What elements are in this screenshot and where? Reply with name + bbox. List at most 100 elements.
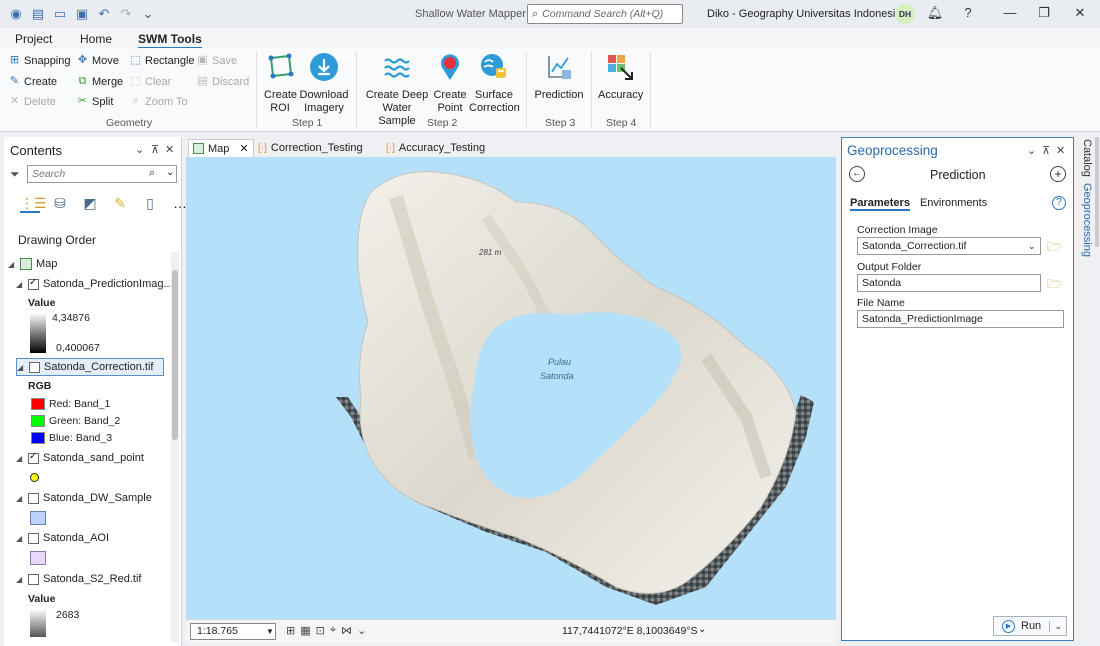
tab-project[interactable]: Project — [15, 32, 52, 46]
layer-visibility-checkbox[interactable] — [29, 361, 40, 373]
filter-icon[interactable]: ⏷ — [10, 167, 20, 182]
merge-button[interactable]: ⧉ Merge — [76, 75, 124, 88]
tab-environments[interactable]: Environments — [920, 197, 987, 211]
create-roi-button[interactable]: Create ROI — [262, 52, 298, 115]
folder-icon[interactable]: 🗁 — [1047, 238, 1062, 259]
add-icon[interactable]: + — [1050, 166, 1066, 182]
new-project-icon[interactable]: ▤ — [30, 6, 46, 22]
save-project-icon[interactable]: ▣ — [74, 6, 90, 22]
expand-icon[interactable]: ◢ — [16, 454, 24, 463]
editing-icon[interactable]: ✎ — [110, 193, 130, 213]
expand-icon[interactable]: ◢ — [16, 494, 24, 503]
create-point-button[interactable]: Create Point — [433, 52, 467, 115]
notification-bell-icon[interactable]: 🔔︎ — [925, 5, 945, 21]
tree-map-node[interactable]: ◢ Map — [8, 258, 57, 270]
layer-dw-sample[interactable]: ◢ Satonda_DW_Sample — [16, 492, 152, 504]
tab-parameters[interactable]: Parameters — [850, 197, 910, 211]
selection-icon[interactable]: ◩ — [80, 193, 100, 213]
drawing-order-icon[interactable]: ⋮☰ — [20, 193, 47, 213]
chevron-down-icon[interactable]: ⌄ — [698, 624, 706, 635]
chevron-down-icon[interactable]: ⌄ — [166, 167, 174, 178]
layer-sand-point[interactable]: ◢ Satonda_sand_point — [16, 451, 144, 465]
save-button[interactable]: ▣ Save — [196, 54, 237, 67]
pane-menu-icon[interactable]: ⌄ — [1027, 144, 1036, 157]
layer-visibility-checkbox[interactable] — [28, 492, 39, 504]
fixed-zoom-icon[interactable]: ⊞ — [286, 624, 295, 637]
create-deep-water-sample-button[interactable]: Create Deep Water Sample — [364, 52, 430, 128]
expand-icon[interactable]: ◢ — [16, 575, 24, 584]
grid-icon[interactable]: ▦ — [300, 624, 310, 637]
layer-visibility-checkbox[interactable] — [28, 573, 39, 585]
folder-icon[interactable]: 🗁 — [1047, 275, 1062, 296]
clear-button[interactable]: ⬚ Clear — [129, 75, 171, 88]
close-pane-icon[interactable]: ✕ — [165, 143, 174, 156]
chevron-down-icon[interactable]: ⌄ — [1049, 620, 1066, 632]
layer-prediction-image[interactable]: ◢ Satonda_PredictionImag... — [16, 277, 173, 291]
scrollbar[interactable] — [171, 252, 179, 642]
correction-image-select[interactable]: Satonda_Correction.tif ⌄ — [857, 237, 1041, 255]
close-icon[interactable]: ✕ — [1070, 5, 1090, 21]
scrollbar[interactable] — [1095, 137, 1099, 247]
tab-home[interactable]: Home — [80, 32, 112, 46]
expand-icon[interactable]: ◢ — [8, 260, 16, 269]
snapping-list-icon[interactable]: ▯ — [140, 193, 160, 213]
prediction-button[interactable]: Prediction — [533, 52, 585, 102]
layer-correction-tif[interactable]: ◢ Satonda_Correction.tif — [16, 358, 164, 376]
minimize-icon[interactable]: — — [1000, 5, 1020, 20]
tab-map[interactable]: Map ✕ — [188, 139, 254, 157]
contents-search-input[interactable]: Search ⌕ ⌄ — [27, 165, 177, 183]
close-pane-icon[interactable]: ✕ — [1056, 144, 1065, 157]
tab-accuracy-testing[interactable]: [·] Accuracy_Testing — [382, 139, 489, 157]
pin-icon[interactable]: ⊼ — [151, 143, 159, 156]
chevron-down-icon[interactable]: ⌄ — [357, 624, 366, 637]
snapping-button[interactable]: ⊞ Snapping — [8, 54, 71, 67]
map-view[interactable]: 281 m Pulau Satonda — [186, 157, 836, 619]
file-name-input[interactable]: Satonda_PredictionImage — [857, 310, 1064, 328]
help-icon[interactable]: ? — [1052, 196, 1066, 210]
redo-icon[interactable]: ↷ — [118, 6, 134, 22]
pan-icon[interactable]: ⊡ — [316, 624, 325, 637]
scale-selector[interactable]: 1:18.765 ▼ — [190, 623, 276, 640]
restore-icon[interactable]: ❐ — [1034, 5, 1054, 21]
rectangle-button[interactable]: ⬚ Rectangle — [129, 54, 194, 67]
delete-button[interactable]: ✕ Delete — [8, 95, 56, 108]
surface-correction-button[interactable]: Surface Correction — [468, 52, 520, 115]
download-imagery-button[interactable]: Download Imagery — [299, 52, 349, 115]
layer-visibility-checkbox[interactable] — [28, 277, 39, 290]
undo-icon[interactable]: ↶ — [96, 6, 112, 22]
move-button[interactable]: ✥ Move — [76, 54, 119, 67]
side-tab-geoprocessing[interactable]: Geoprocessing — [1081, 183, 1093, 257]
customize-toolbar-icon[interactable]: ⌄ — [140, 6, 156, 22]
expand-icon[interactable]: ◢ — [16, 534, 24, 543]
pane-menu-icon[interactable]: ⌄ — [135, 143, 144, 156]
zoom-to-button[interactable]: ⌕ Zoom To — [129, 95, 187, 108]
scrollbar-thumb[interactable] — [172, 270, 178, 440]
crosshair-icon[interactable]: ⌖ — [330, 624, 336, 637]
search-icon: ⌕ — [149, 167, 156, 179]
accuracy-button[interactable]: Accuracy — [598, 52, 643, 102]
open-project-icon[interactable]: ▭ — [52, 6, 68, 22]
layer-aoi[interactable]: ◢ Satonda_AOI — [16, 532, 109, 544]
run-button[interactable]: ▶ Run ⌄ — [993, 616, 1067, 636]
rotation-icon[interactable]: ⋈ — [341, 624, 352, 637]
expand-icon[interactable]: ◢ — [17, 363, 25, 372]
avatar[interactable]: DH — [895, 4, 915, 24]
output-folder-input[interactable]: Satonda — [857, 274, 1041, 292]
create-button[interactable]: ✎ Create — [8, 75, 57, 88]
layer-s2-red[interactable]: ◢ Satonda_S2_Red.tif — [16, 573, 141, 585]
user-name[interactable]: Diko - Geography Universitas Indonesia — [707, 8, 901, 20]
help-icon[interactable]: ? — [958, 5, 978, 20]
back-arrow-icon[interactable]: ← — [849, 166, 865, 182]
layer-visibility-checkbox[interactable] — [28, 451, 39, 464]
command-search-input[interactable]: ⌕ Command Search (Alt+Q) — [527, 4, 683, 24]
tab-swm-tools[interactable]: SWM Tools — [138, 32, 202, 49]
data-source-icon[interactable]: ⛁ — [50, 193, 70, 213]
close-tab-icon[interactable]: ✕ — [239, 142, 248, 155]
split-button[interactable]: ✂ Split — [76, 95, 114, 108]
expand-icon[interactable]: ◢ — [16, 280, 24, 289]
tab-correction-testing[interactable]: [·] Correction_Testing — [254, 139, 367, 157]
pin-icon[interactable]: ⊼ — [1042, 144, 1050, 157]
discard-button[interactable]: ▤ Discard — [196, 75, 249, 88]
layer-visibility-checkbox[interactable] — [28, 532, 39, 544]
side-tab-catalog[interactable]: Catalog — [1081, 139, 1093, 177]
